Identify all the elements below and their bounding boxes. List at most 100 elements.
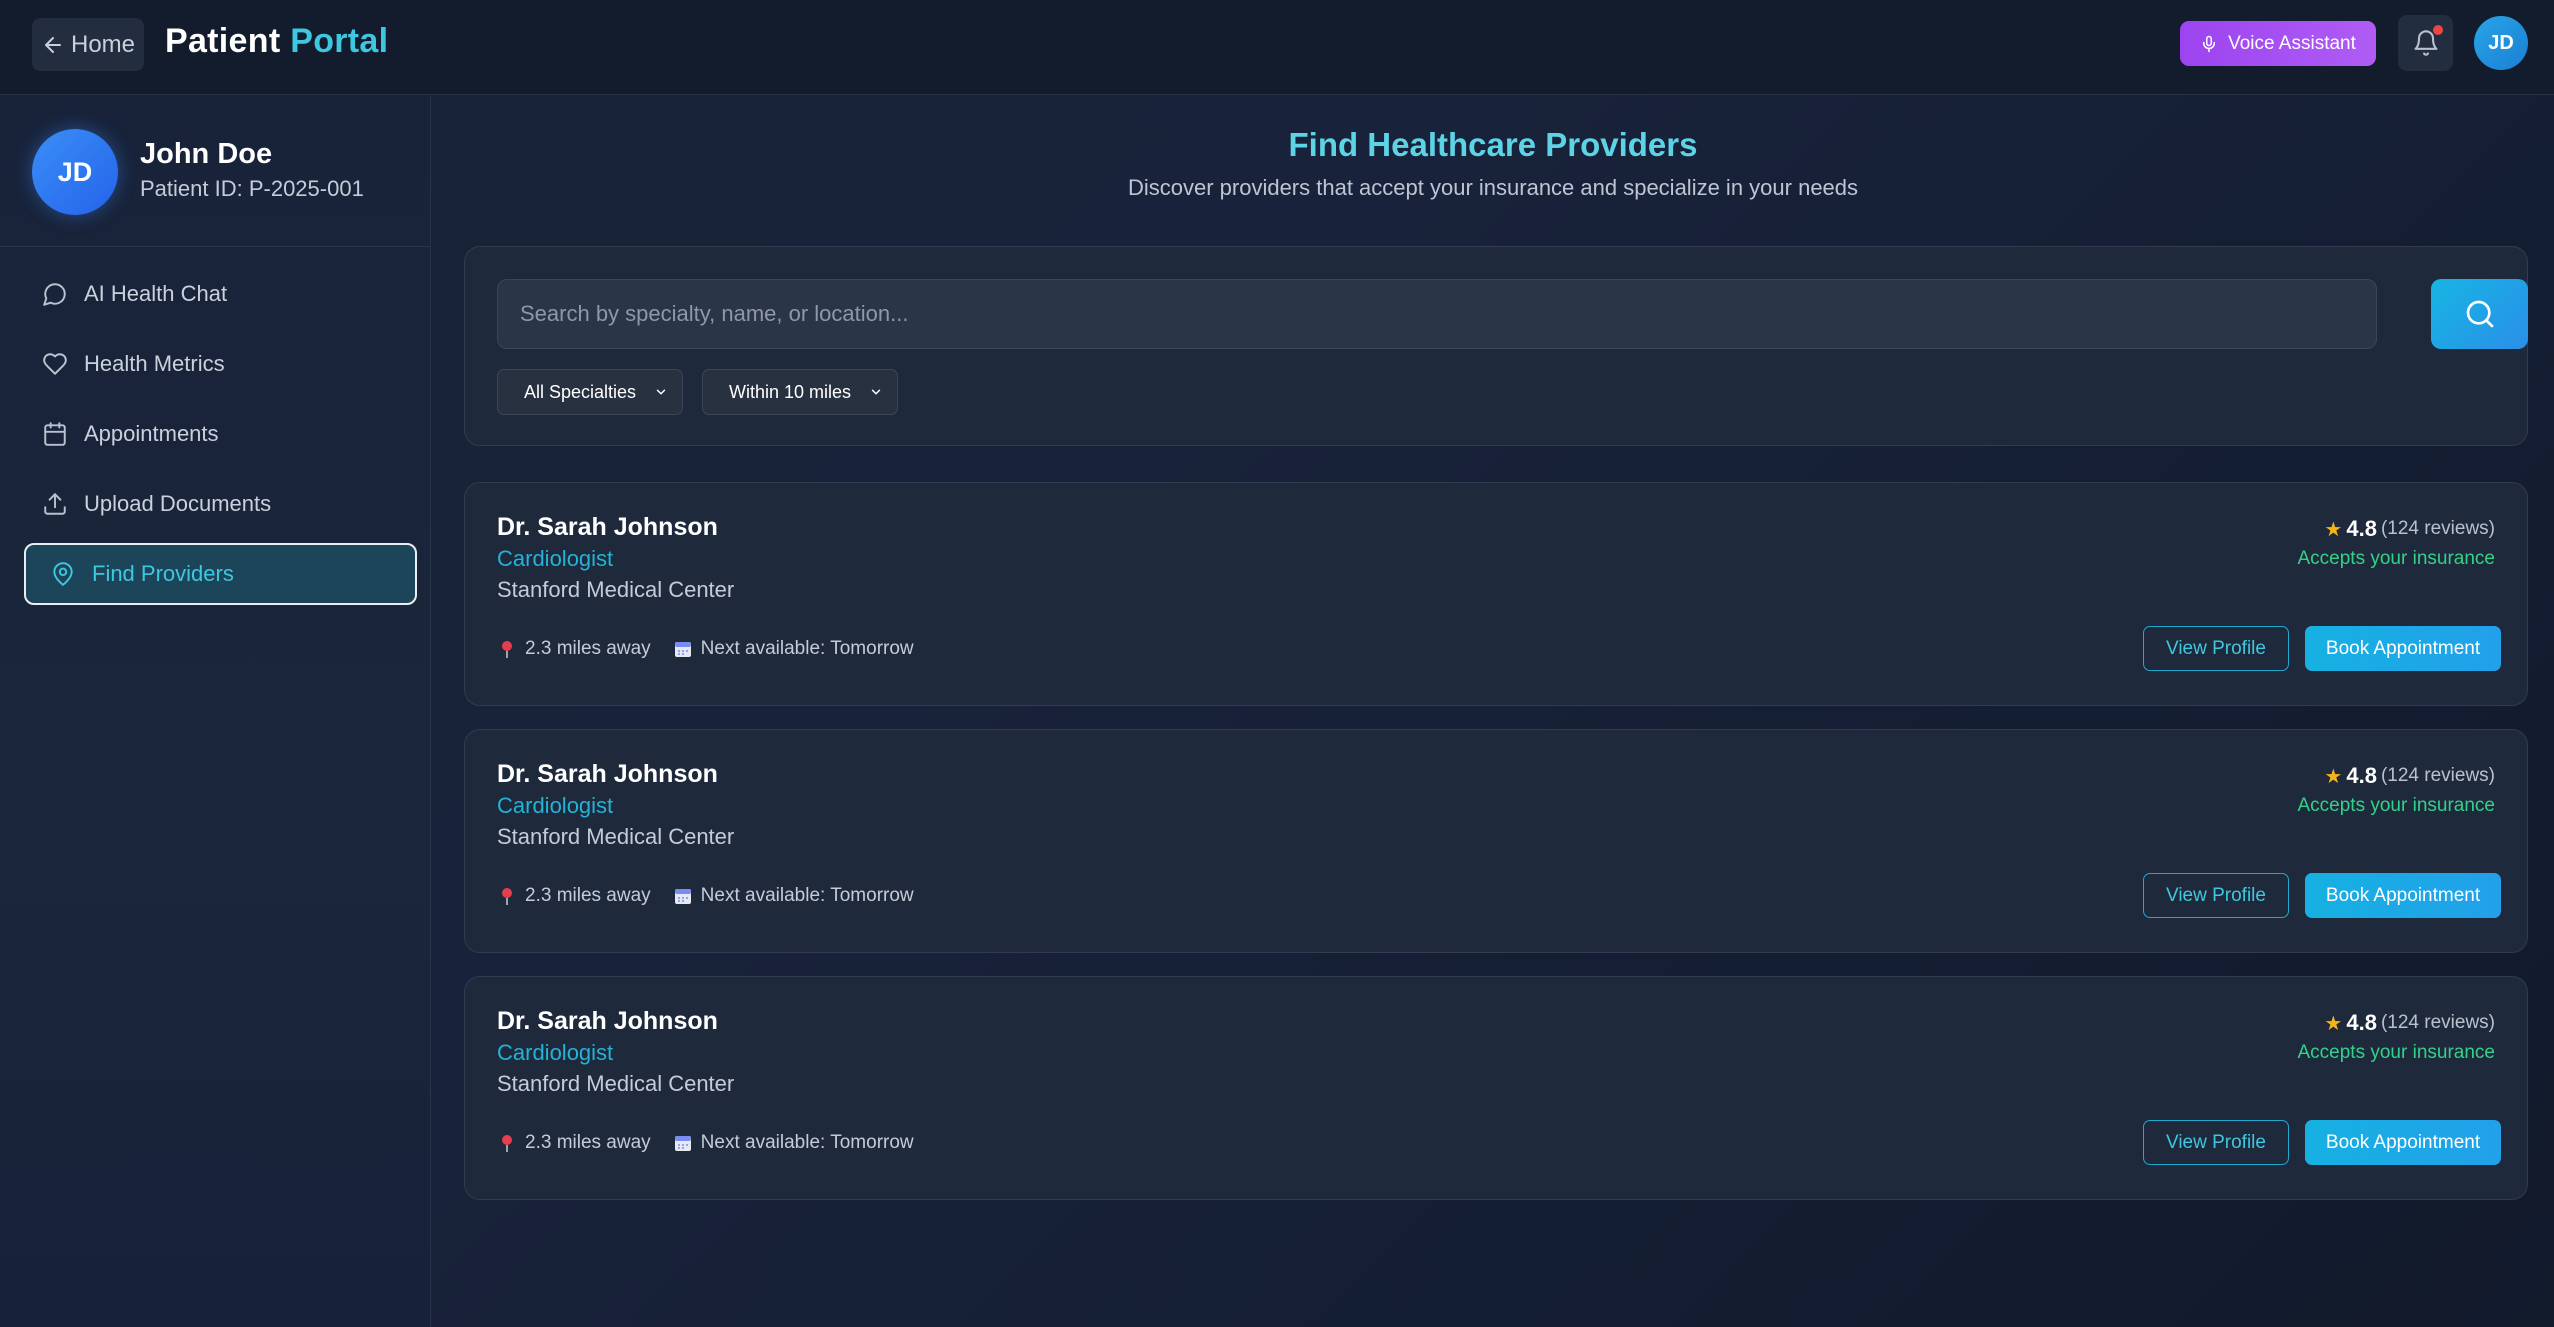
- view-profile-button[interactable]: View Profile: [2143, 1120, 2289, 1165]
- insurance-status: Accepts your insurance: [2297, 1042, 2496, 1063]
- calendar-emoji-icon: [674, 1136, 691, 1151]
- provider-rating: ★ 4.8 (124 reviews): [2324, 516, 2495, 542]
- rating-score: 4.8: [2346, 1010, 2377, 1035]
- provider-specialty: Cardiologist: [497, 1040, 614, 1065]
- book-appointment-button[interactable]: Book Appointment: [2305, 626, 2501, 671]
- specialty-select[interactable]: All Specialties: [497, 369, 683, 415]
- sidebar-item-label: Find Providers: [92, 561, 234, 586]
- profile-name: John Doe: [140, 138, 273, 170]
- rating-reviews: (124 reviews): [2380, 518, 2495, 539]
- availability-info: Next available: Tomorrow: [673, 885, 914, 907]
- availability-info: Next available: Tomorrow: [673, 1132, 914, 1154]
- availability-text: Next available: Tomorrow: [700, 1132, 914, 1153]
- main-content: Find Healthcare Providers Discover provi…: [432, 96, 2554, 1327]
- user-avatar[interactable]: JD: [2474, 16, 2528, 70]
- map-pin-icon: [53, 562, 73, 586]
- chat-bubble-icon: [43, 283, 66, 306]
- availability-text: Next available: Tomorrow: [700, 885, 914, 906]
- provider-center: Stanford Medical Center: [497, 577, 735, 602]
- sidebar-item-find-providers[interactable]: Find Providers: [24, 543, 417, 605]
- distance-text: 2.3 miles away: [525, 1132, 651, 1153]
- rating-score: 4.8: [2346, 516, 2377, 541]
- provider-card: Dr. Sarah Johnson Cardiologist Stanford …: [464, 976, 2528, 1200]
- insurance-status: Accepts your insurance: [2297, 795, 2496, 816]
- distance-select[interactable]: Within 10 miles: [702, 369, 898, 415]
- profile-card: JD John Doe Patient ID: P-2025-001: [0, 96, 430, 247]
- star-icon: ★: [2324, 518, 2343, 541]
- view-profile-button[interactable]: View Profile: [2143, 873, 2289, 918]
- provider-center: Stanford Medical Center: [497, 1071, 735, 1096]
- provider-center: Stanford Medical Center: [497, 824, 735, 849]
- top-bar: Home Patient Portal Voice Assistant JD: [0, 0, 2554, 95]
- search-button[interactable]: [2431, 279, 2528, 349]
- sidebar-item-label: Health Metrics: [84, 351, 225, 376]
- calendar-emoji-icon: [674, 642, 691, 657]
- availability-info: Next available: Tomorrow: [673, 638, 914, 660]
- distance-text: 2.3 miles away: [525, 885, 651, 906]
- distance-info: 2.3 miles away: [497, 638, 651, 660]
- sidebar-item-ai-health-chat[interactable]: AI Health Chat: [24, 263, 417, 325]
- provider-card: Dr. Sarah Johnson Cardiologist Stanford …: [464, 482, 2528, 706]
- provider-rating: ★ 4.8 (124 reviews): [2324, 763, 2495, 789]
- rating-reviews: (124 reviews): [2380, 765, 2495, 786]
- insurance-status: Accepts your insurance: [2297, 548, 2496, 569]
- voice-assistant-button[interactable]: Voice Assistant: [2180, 21, 2376, 66]
- sidebar-item-upload-documents[interactable]: Upload Documents: [24, 473, 417, 535]
- brand-accent: Portal: [290, 22, 389, 60]
- star-icon: ★: [2324, 765, 2343, 788]
- pushpin-icon: [502, 888, 512, 905]
- star-icon: ★: [2324, 1012, 2343, 1035]
- rating-reviews: (124 reviews): [2380, 1012, 2495, 1033]
- home-button[interactable]: Home: [32, 18, 144, 71]
- notification-dot: [2433, 25, 2443, 35]
- distance-info: 2.3 miles away: [497, 885, 651, 907]
- sidebar: JD John Doe Patient ID: P-2025-001 AI He…: [0, 96, 431, 1327]
- calendar-icon: [44, 422, 66, 446]
- arrow-left-icon: [44, 36, 61, 53]
- sidebar-item-label: Appointments: [84, 421, 219, 446]
- brand-main: Patient: [165, 22, 281, 60]
- chevron-down-icon: [871, 389, 881, 395]
- patient-id: Patient ID: P-2025-001: [140, 176, 364, 201]
- page-title: Find Healthcare Providers: [1288, 126, 1698, 163]
- provider-meta: 2.3 miles away Next available: Tomorrow: [497, 638, 914, 660]
- sidebar-item-appointments[interactable]: Appointments: [24, 403, 417, 465]
- voice-assistant-label: Voice Assistant: [2228, 32, 2356, 54]
- sidebar-item-health-metrics[interactable]: Health Metrics: [24, 333, 417, 395]
- provider-name[interactable]: Dr. Sarah Johnson: [497, 1007, 718, 1036]
- provider-specialty: Cardiologist: [497, 546, 614, 571]
- availability-text: Next available: Tomorrow: [700, 638, 914, 659]
- sidebar-nav: AI Health Chat Health Metrics Appointmen…: [24, 263, 417, 613]
- sidebar-item-label: Upload Documents: [84, 491, 272, 516]
- search-input[interactable]: [497, 279, 2377, 349]
- pushpin-icon: [502, 641, 512, 658]
- provider-meta: 2.3 miles away Next available: Tomorrow: [497, 885, 914, 907]
- book-appointment-button[interactable]: Book Appointment: [2305, 1120, 2501, 1165]
- provider-specialty: Cardiologist: [497, 793, 614, 818]
- distance-select-value: Within 10 miles: [729, 381, 852, 402]
- heart-icon: [43, 353, 67, 375]
- distance-info: 2.3 miles away: [497, 1132, 651, 1154]
- pushpin-icon: [502, 1135, 512, 1152]
- profile-avatar: JD: [32, 129, 118, 215]
- provider-name[interactable]: Dr. Sarah Johnson: [497, 760, 718, 789]
- provider-name[interactable]: Dr. Sarah Johnson: [497, 513, 718, 542]
- distance-text: 2.3 miles away: [525, 638, 651, 659]
- page-subtitle: Discover providers that accept your insu…: [1127, 175, 1859, 200]
- book-appointment-button[interactable]: Book Appointment: [2305, 873, 2501, 918]
- app-title: Patient Portal: [165, 22, 388, 61]
- upload-icon: [44, 493, 66, 515]
- provider-rating: ★ 4.8 (124 reviews): [2324, 1010, 2495, 1036]
- specialty-select-value: All Specialties: [524, 381, 637, 402]
- search-panel: All Specialties Within 10 miles: [464, 246, 2528, 446]
- provider-card: Dr. Sarah Johnson Cardiologist Stanford …: [464, 729, 2528, 953]
- sidebar-item-label: AI Health Chat: [84, 281, 228, 306]
- chevron-down-icon: [656, 389, 666, 395]
- home-label: Home: [70, 30, 136, 58]
- microphone-icon: [2203, 35, 2216, 52]
- search-icon: [2466, 300, 2493, 328]
- provider-meta: 2.3 miles away Next available: Tomorrow: [497, 1132, 914, 1154]
- notifications-button[interactable]: [2398, 15, 2453, 71]
- view-profile-button[interactable]: View Profile: [2143, 626, 2289, 671]
- calendar-emoji-icon: [674, 889, 691, 904]
